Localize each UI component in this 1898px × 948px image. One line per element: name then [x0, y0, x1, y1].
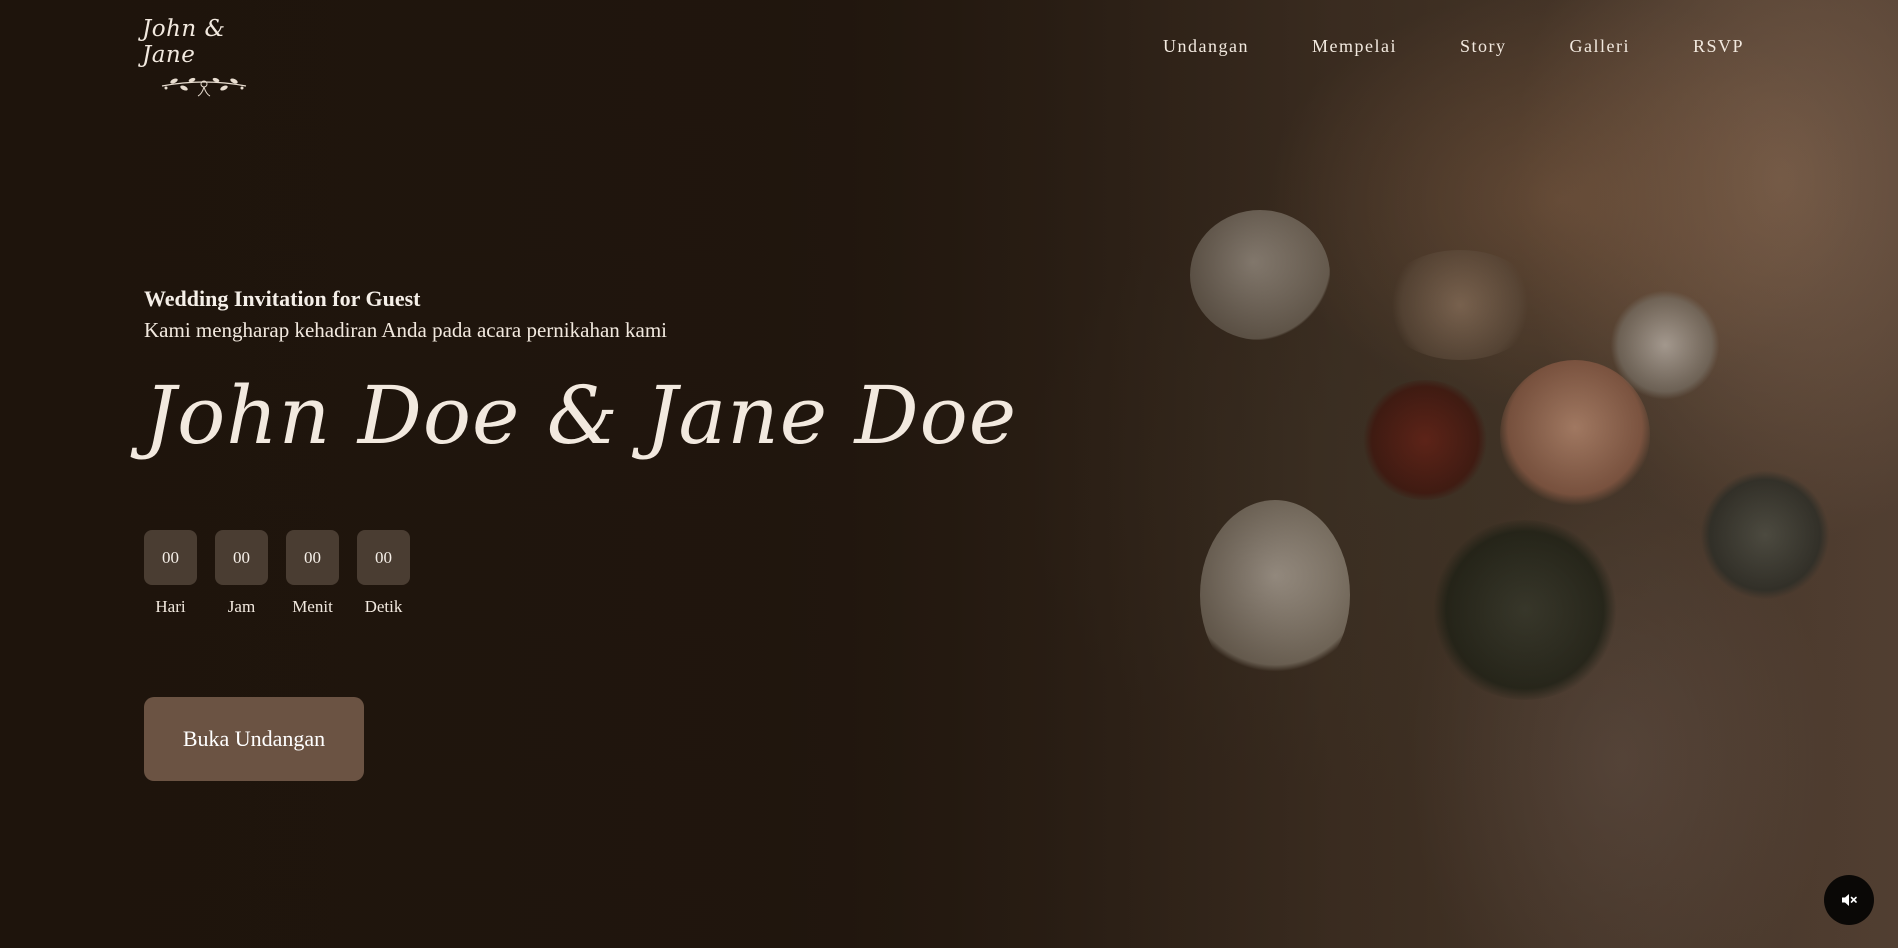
hero-section: John & Jane Undangan Mempelai Story Gall… [0, 0, 1898, 948]
countdown-value: 00 [144, 530, 197, 585]
couple-names: John Doe & Jane Doe [144, 369, 1018, 462]
invitation-headline: Wedding Invitation for Guest [144, 286, 421, 311]
bouquet-flower [1200, 500, 1350, 690]
bouquet-flower [1380, 250, 1540, 360]
bouquet-foliage [1430, 520, 1620, 700]
bouquet-flower [1610, 290, 1720, 400]
bouquet-flower [1190, 210, 1330, 340]
bouquet-flower [1500, 360, 1650, 510]
site-logo[interactable]: John & Jane [142, 16, 272, 98]
floral-ornament-icon [161, 77, 247, 97]
nav-item-rsvp[interactable]: RSVP [1693, 36, 1744, 57]
countdown-minutes: 00 Menit [286, 530, 339, 617]
audio-toggle-button[interactable] [1824, 875, 1874, 925]
countdown-value: 00 [215, 530, 268, 585]
speaker-muted-icon [1842, 894, 1857, 906]
countdown-hours: 00 Jam [215, 530, 268, 617]
countdown-value: 00 [357, 530, 410, 585]
countdown-value: 00 [286, 530, 339, 585]
bouquet-flower [1360, 380, 1490, 500]
countdown-seconds: 00 Detik [357, 530, 410, 617]
main-nav: Undangan Mempelai Story Galleri RSVP [1100, 36, 1744, 57]
countdown-timer: 00 Hari 00 Jam 00 Menit 00 Detik [144, 530, 428, 617]
countdown-label: Menit [292, 597, 333, 616]
countdown-days: 00 Hari [144, 530, 197, 617]
nav-item-mempelai[interactable]: Mempelai [1312, 36, 1397, 57]
bouquet-flower [1700, 470, 1830, 600]
countdown-label: Detik [364, 597, 403, 616]
invitation-subline: Kami mengharap kehadiran Anda pada acara… [144, 318, 668, 342]
logo-text: John & Jane [142, 16, 226, 68]
hero-content: Wedding Invitation for Guest Kami mengha… [144, 286, 1017, 462]
countdown-label: Jam [227, 597, 256, 616]
countdown-label: Hari [155, 597, 186, 616]
nav-item-galleri[interactable]: Galleri [1569, 36, 1629, 57]
open-invitation-button[interactable]: Buka Undangan [144, 697, 364, 781]
nav-item-story[interactable]: Story [1460, 36, 1507, 57]
background-photo [0, 0, 1898, 948]
nav-item-undangan[interactable]: Undangan [1163, 36, 1249, 57]
